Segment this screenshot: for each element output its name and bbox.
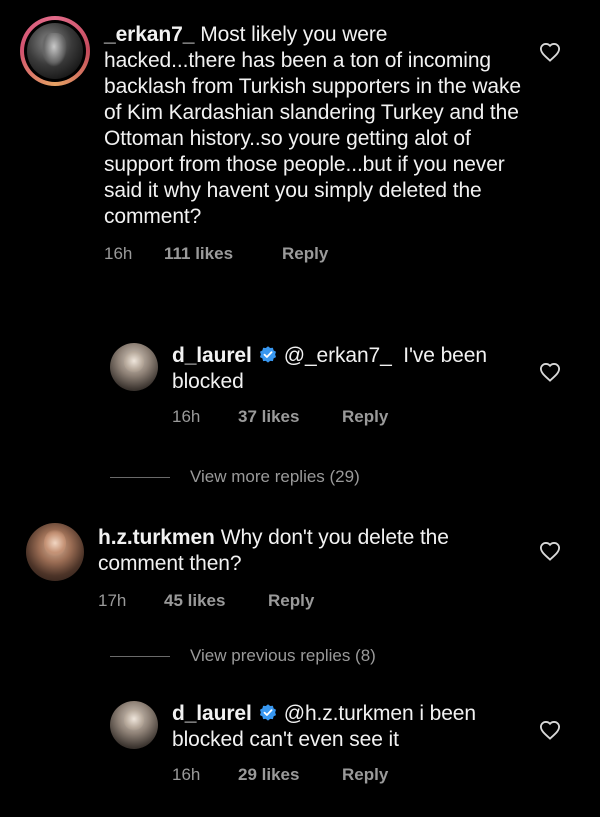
divider bbox=[110, 655, 170, 657]
heart-outline-icon[interactable] bbox=[539, 362, 561, 382]
heart-outline-icon[interactable] bbox=[539, 42, 561, 62]
comment-meta: 16h 111 likes Reply bbox=[104, 244, 524, 264]
avatar[interactable] bbox=[110, 701, 158, 749]
comment-hz-turkmen: h.z.turkmen Why don't you delete the comm… bbox=[26, 523, 526, 611]
comment-likes[interactable]: 45 likes bbox=[164, 591, 268, 611]
reply-username[interactable]: d_laurel bbox=[172, 344, 252, 367]
reply-likes[interactable]: 37 likes bbox=[238, 407, 342, 427]
comment-text: _erkan7_ Most likely you were hacked...th… bbox=[104, 22, 524, 230]
heart-outline-icon[interactable] bbox=[539, 541, 561, 561]
reply-d-laurel-2: d_laurel @h.z.turkmen i been blocked can'… bbox=[110, 701, 530, 785]
reply-meta: 16h 37 likes Reply bbox=[172, 407, 512, 427]
comment-body: Most likely you were hacked...there has … bbox=[104, 23, 521, 228]
avatar[interactable] bbox=[110, 343, 158, 391]
comment-username[interactable]: h.z.turkmen bbox=[98, 526, 215, 549]
comment-likes[interactable]: 111 likes bbox=[164, 244, 282, 264]
reply-button[interactable]: Reply bbox=[342, 765, 388, 785]
comment-username[interactable]: _erkan7_ bbox=[104, 23, 194, 46]
reply-time: 16h bbox=[172, 765, 201, 784]
reply-button[interactable]: Reply bbox=[268, 591, 314, 611]
verified-badge-icon bbox=[259, 704, 276, 721]
avatar[interactable] bbox=[26, 523, 84, 581]
reply-mention[interactable]: @_erkan7_ bbox=[284, 344, 392, 367]
heart-outline-icon[interactable] bbox=[539, 720, 561, 740]
reply-text: d_laurel @_erkan7_ I've been blocked bbox=[172, 343, 512, 395]
reply-d-laurel-1: d_laurel @_erkan7_ I've been blocked 16h … bbox=[110, 343, 520, 427]
reply-text: d_laurel @h.z.turkmen i been blocked can'… bbox=[172, 701, 522, 753]
comment-time: 17h bbox=[98, 591, 127, 610]
divider bbox=[110, 476, 170, 478]
comment-text: h.z.turkmen Why don't you delete the comm… bbox=[98, 525, 498, 577]
verified-badge-icon bbox=[259, 346, 276, 363]
view-more-replies-label[interactable]: View more replies (29) bbox=[190, 467, 360, 487]
reply-username[interactable]: d_laurel bbox=[172, 702, 252, 725]
reply-likes[interactable]: 29 likes bbox=[238, 765, 342, 785]
avatar[interactable] bbox=[20, 16, 90, 86]
comment-erkan7: _erkan7_ Most likely you were hacked...th… bbox=[20, 16, 540, 264]
comment-meta: 17h 45 likes Reply bbox=[98, 591, 498, 611]
reply-mention[interactable]: @h.z.turkmen bbox=[284, 702, 414, 725]
reply-time: 16h bbox=[172, 407, 201, 426]
reply-meta: 16h 29 likes Reply bbox=[172, 765, 522, 785]
view-previous-replies-label[interactable]: View previous replies (8) bbox=[190, 646, 376, 666]
comment-time: 16h bbox=[104, 244, 133, 263]
view-more-replies-button[interactable]: View more replies (29) bbox=[110, 467, 360, 487]
view-previous-replies-button[interactable]: View previous replies (8) bbox=[110, 646, 376, 666]
reply-button[interactable]: Reply bbox=[282, 244, 328, 264]
reply-button[interactable]: Reply bbox=[342, 407, 388, 427]
